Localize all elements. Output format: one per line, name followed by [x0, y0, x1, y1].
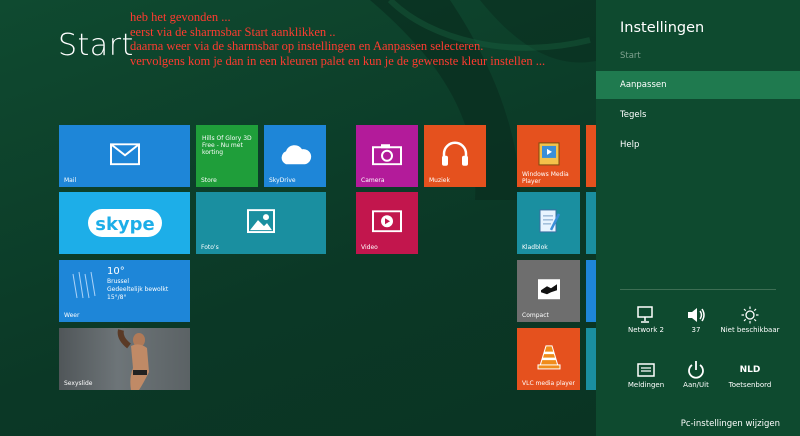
charm-item-help[interactable]: Help	[596, 131, 800, 159]
store-promo: Free - Nu met	[202, 142, 243, 149]
tile-camera[interactable]: Camera	[356, 125, 418, 187]
tile-windows-media-player[interactable]: Windows Media Player	[517, 125, 580, 187]
rain-icon	[72, 271, 96, 299]
power-icon	[688, 361, 704, 379]
quick-setting-volume[interactable]: 37	[666, 304, 726, 335]
tile-compact[interactable]: Compact	[517, 260, 580, 322]
tile-weer[interactable]: 10° Brussel Gedeeltelijk bewolkt 15°/8° …	[59, 260, 190, 322]
tile-label: SkyDrive	[269, 177, 296, 184]
tile-partial[interactable]	[586, 260, 596, 322]
tile-label: Muziek	[429, 177, 450, 184]
settings-charm-panel: Instellingen Start Aanpassen Tegels Help…	[596, 0, 800, 436]
brightness-icon	[741, 306, 759, 324]
tile-label: Store	[201, 177, 217, 184]
quick-setting-keyboard[interactable]: NLD Toetsenbord	[720, 359, 780, 390]
tile-label: Mail	[64, 177, 77, 184]
tile-mail[interactable]: Mail	[59, 125, 190, 187]
tile-label: Sexyslide	[64, 380, 93, 387]
tile-partial[interactable]	[586, 125, 596, 187]
tile-partial[interactable]	[586, 192, 596, 254]
network-icon	[637, 306, 653, 323]
keyboard-icon: NLD	[739, 365, 761, 375]
tile-kladblok[interactable]: Kladblok	[517, 192, 580, 254]
weather-temp: 10°	[107, 266, 125, 277]
media-player-icon	[538, 142, 559, 166]
annotation-line: daarna weer via de sharmsbar op instelli…	[130, 39, 484, 53]
volume-icon	[688, 308, 705, 322]
cloud-icon	[281, 145, 312, 165]
tile-label: Player	[522, 178, 541, 185]
divider	[620, 289, 776, 290]
charm-item-aanpassen[interactable]: Aanpassen	[596, 71, 800, 99]
tile-label: Foto's	[201, 244, 219, 251]
quick-setting-power[interactable]: Aan/Uit	[666, 359, 726, 390]
tile-muziek[interactable]: Muziek	[424, 125, 486, 187]
svg-text:skype: skype	[95, 214, 155, 235]
quick-setting-label: Aan/Uit	[683, 381, 709, 389]
store-promo: Hills Of Glory 3D	[202, 135, 252, 142]
tile-label: Compact	[522, 312, 549, 319]
start-title: Start	[58, 28, 134, 63]
vlc-cone-icon	[537, 345, 560, 370]
notepad-icon	[539, 209, 560, 233]
quick-setting-label: Toetsenbord	[728, 381, 772, 389]
weather-city: Brussel	[107, 278, 129, 285]
store-promo: korting	[202, 149, 224, 156]
tile-store[interactable]: Hills Of Glory 3D Free - Nu met korting …	[196, 125, 258, 187]
annotation-text: heb het gevonden ... eerst via de sharms…	[130, 10, 545, 68]
headphones-icon	[442, 141, 468, 166]
charm-item-start[interactable]: Start	[596, 42, 800, 70]
notifications-icon	[637, 363, 655, 377]
tile-video[interactable]: Video	[356, 192, 418, 254]
tile-fotos[interactable]: Foto's	[196, 192, 326, 254]
tile-label: Video	[361, 244, 378, 251]
pc-settings-link[interactable]: Pc-instellingen wijzigen	[596, 419, 780, 429]
charms-title: Instellingen	[620, 20, 705, 36]
tile-sexyslide[interactable]: Sexyslide	[59, 328, 190, 390]
quick-setting-brightness[interactable]: Niet beschikbaar	[720, 304, 780, 335]
charm-item-tegels[interactable]: Tegels	[596, 101, 800, 129]
tile-label: VLC media player	[522, 380, 576, 387]
quick-setting-label: Niet beschikbaar	[720, 326, 780, 334]
video-icon	[372, 210, 402, 233]
weather-range: 15°/8°	[107, 294, 127, 301]
compact-icon	[537, 279, 560, 300]
tile-label: Kladblok	[522, 244, 548, 251]
tile-label: Weer	[64, 312, 80, 319]
mail-icon	[109, 143, 140, 166]
annotation-line: vervolgens kom je dan in een kleuren pal…	[130, 53, 546, 68]
tile-skype[interactable]: skype	[59, 192, 190, 254]
tile-vlc[interactable]: VLC media player	[517, 328, 580, 390]
skype-logo-icon: skype	[87, 209, 162, 237]
tile-label: Windows Media	[522, 171, 569, 178]
weather-condition: Gedeeltelijk bewolkt	[107, 286, 169, 293]
tile-label: Camera	[361, 177, 385, 184]
tile-skydrive[interactable]: SkyDrive	[264, 125, 326, 187]
annotation-line: eerst via de sharmsbar Start aanklikken …	[130, 24, 336, 39]
annotation-line: heb het gevonden ...	[130, 10, 231, 24]
photo-icon	[247, 209, 275, 234]
quick-setting-label: 37	[691, 326, 701, 334]
tile-partial[interactable]	[586, 328, 596, 390]
camera-icon	[372, 144, 402, 166]
start-screen: Start heb het gevonden ... eerst via de …	[0, 0, 800, 436]
